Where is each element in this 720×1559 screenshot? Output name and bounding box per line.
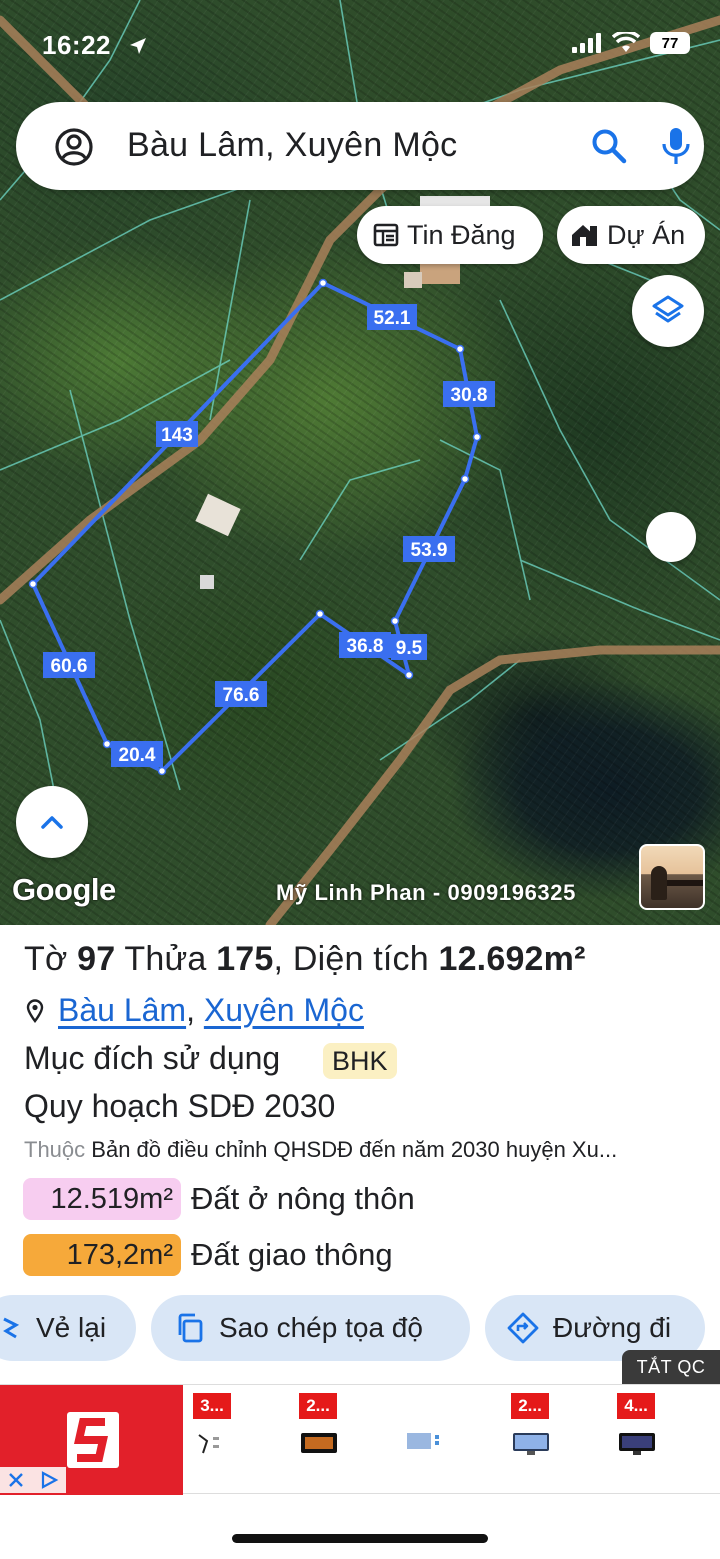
hide-ads-button[interactable]: TẮT QC <box>622 1350 720 1384</box>
edge-label: 52.1 <box>374 308 411 329</box>
product-image <box>198 1434 219 1454</box>
commune-link[interactable]: Bàu Lâm <box>58 992 186 1029</box>
ad-product[interactable]: 4... <box>617 1393 677 1485</box>
belong-label: Thuộc <box>24 1137 86 1162</box>
map-watermark: Mỹ Linh Phan - 0909196325 <box>276 880 576 905</box>
product-image <box>407 1433 439 1449</box>
chevron-up-icon <box>41 816 63 829</box>
wifi-icon <box>612 32 640 52</box>
copy-coordinates-label: Sao chép tọa độ <box>219 1312 423 1343</box>
zone-label: Đất ở nông thôn <box>191 1181 415 1216</box>
belong-text: Bản đồ điều chỉnh QHSDĐ đến năm 2030 huy… <box>91 1137 618 1162</box>
status-icons: 77 <box>572 32 690 54</box>
edge-labels: 52.1 30.8 143 53.9 36.8 9.5 60.6 76.6 20… <box>43 304 495 767</box>
satellite-map[interactable]: 52.1 30.8 143 53.9 36.8 9.5 60.6 76.6 20… <box>0 0 720 925</box>
ad-close-controls[interactable] <box>0 1467 66 1493</box>
edge-label: 20.4 <box>119 745 156 766</box>
search-query[interactable]: Bàu Lâm, Xuyên Mộc <box>127 126 457 165</box>
land-use-purpose-label: Mục đích sử dụng <box>24 1040 281 1076</box>
layers-icon <box>652 295 684 323</box>
news-chip-label: Tin Đăng <box>407 219 516 250</box>
ad-product-tag: 2... <box>299 1393 337 1419</box>
edge-label: 60.6 <box>51 656 88 677</box>
ad-product-tag: 2... <box>511 1393 549 1419</box>
zone-row: 12.519m² Đất ở nông thôn <box>23 1178 415 1220</box>
projects-chip-label: Dự Án <box>607 219 686 250</box>
ad-banner[interactable]: 3... 2... 2... 4... <box>0 1384 720 1495</box>
projects-chip[interactable]: Dự Án <box>557 206 705 264</box>
plan-title: Quy hoạch SDĐ 2030 <box>24 1088 336 1124</box>
ad-product[interactable]: 2... <box>299 1393 359 1485</box>
ad-product[interactable]: 3... <box>193 1393 253 1485</box>
news-chip[interactable]: Tin Đăng <box>357 206 543 264</box>
district-link[interactable]: Xuyên Mộc <box>204 992 364 1029</box>
battery-indicator: 77 <box>650 32 690 54</box>
ad-product-tag: 4... <box>617 1393 655 1419</box>
plan-source: Thuộc Bản đồ điều chỉnh QHSDĐ đến năm 20… <box>24 1137 720 1163</box>
building-icon <box>572 225 597 246</box>
ad-product[interactable]: 2... <box>511 1393 571 1485</box>
location-pin-icon <box>26 998 44 1023</box>
edge-label: 143 <box>161 425 193 446</box>
brand-s-icon <box>74 1418 108 1462</box>
listing-icon <box>373 223 399 247</box>
parcel-title: Tờ 97 Thửa 175, Diện tích 12.692m² <box>24 940 586 978</box>
edge-label: 9.5 <box>396 638 423 659</box>
edge-label: 76.6 <box>223 685 260 706</box>
redraw-icon <box>3 1317 20 1339</box>
status-time: 16:22 <box>42 30 111 60</box>
product-image <box>301 1433 337 1453</box>
signal-icon <box>572 33 601 53</box>
zone-row: 173,2m² Đất giao thông <box>23 1234 393 1276</box>
account-icon[interactable] <box>54 127 94 167</box>
redraw-button[interactable]: Vẻ lại <box>0 1295 136 1361</box>
redraw-label: Vẻ lại <box>36 1312 107 1343</box>
street-photo-thumbnail[interactable] <box>639 844 705 910</box>
home-indicator[interactable] <box>232 1534 488 1543</box>
directions-icon <box>507 1312 539 1344</box>
edge-label: 36.8 <box>347 636 384 657</box>
edge-label: 30.8 <box>451 385 488 406</box>
parcel-location: Bàu Lâm, Xuyên Mộc <box>24 992 364 1029</box>
google-logo: Google <box>12 872 116 907</box>
adchoices-icon[interactable] <box>39 1471 59 1489</box>
map-handle-button[interactable] <box>646 512 696 562</box>
zone-label: Đất giao thông <box>191 1237 393 1272</box>
copy-icon <box>178 1313 203 1343</box>
search-bar[interactable]: Bàu Lâm, Xuyên Mộc <box>16 102 704 190</box>
ad-product[interactable] <box>405 1393 465 1485</box>
mic-icon[interactable] <box>660 126 692 166</box>
location-arrow-icon <box>130 38 146 54</box>
product-image <box>513 1433 549 1455</box>
zone-area: 173,2m² <box>23 1234 181 1276</box>
directions-label: Đường đi <box>553 1312 672 1343</box>
land-use-code-badge: BHK <box>323 1043 397 1079</box>
close-icon[interactable] <box>8 1472 24 1488</box>
layers-button[interactable] <box>632 275 704 347</box>
expand-up-button[interactable] <box>16 786 88 858</box>
zone-area: 12.519m² <box>23 1178 181 1220</box>
edge-label: 53.9 <box>411 540 448 561</box>
copy-coordinates-button[interactable]: Sao chép tọa độ <box>151 1295 470 1361</box>
ad-product-tag: 3... <box>193 1393 231 1419</box>
product-image <box>619 1433 655 1455</box>
search-icon[interactable] <box>590 127 628 165</box>
